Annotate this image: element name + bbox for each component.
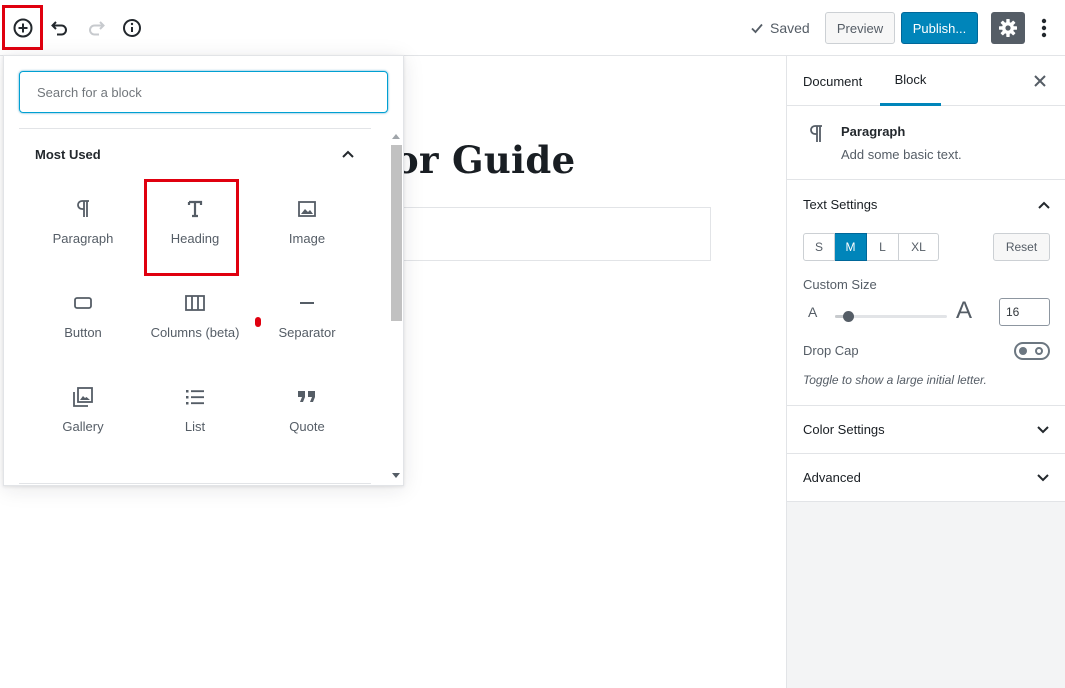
close-sidebar-button[interactable] [1030, 71, 1050, 91]
image-icon [297, 198, 317, 220]
drop-cap-toggle[interactable] [1014, 342, 1050, 360]
slider-thumb[interactable] [842, 311, 854, 322]
scroll-down-arrow-icon[interactable] [392, 473, 400, 479]
block-label: Paragraph [52, 231, 114, 246]
button-icon [73, 292, 93, 314]
drop-cap-label: Drop Cap [803, 343, 859, 358]
block-card: Paragraph Add some basic text. [787, 106, 1065, 180]
color-settings-title: Color Settings [803, 422, 885, 437]
vertical-ellipsis-icon [1041, 18, 1047, 38]
block-label: Columns (beta) [150, 325, 240, 340]
cursor-marker [255, 317, 261, 327]
undo-icon [50, 18, 70, 38]
paragraph-icon [808, 124, 824, 144]
block-item-button[interactable]: Button [27, 273, 139, 367]
close-icon [1034, 75, 1046, 87]
block-item-list[interactable]: List [139, 367, 251, 461]
font-size-picker: S M L XL [803, 233, 939, 261]
most-used-panel-header[interactable]: Most Used [19, 130, 371, 178]
divider [19, 128, 371, 129]
block-inserter-popover: Search for a block Most Used Paragraph H… [3, 55, 404, 486]
redo-icon [86, 18, 106, 38]
block-label: Quote [289, 419, 325, 434]
preview-button[interactable]: Preview [825, 12, 895, 44]
content-structure-button[interactable] [118, 14, 146, 42]
editor-header: Saved Preview Publish... [0, 0, 1065, 56]
block-label: Gallery [62, 419, 104, 434]
plus-circle-icon [12, 17, 34, 39]
undo-button[interactable] [46, 14, 74, 42]
info-icon [122, 18, 142, 38]
font-size-l-button[interactable]: L [867, 233, 899, 261]
paragraph-block[interactable] [394, 207, 711, 261]
block-item-columns[interactable]: Columns (beta) [139, 273, 251, 367]
small-a-label: A [808, 304, 818, 320]
advanced-panel-header[interactable]: Advanced [787, 454, 1065, 502]
custom-size-input[interactable]: 16 [999, 298, 1050, 326]
block-item-gallery[interactable]: Gallery [27, 367, 139, 461]
add-block-button[interactable] [2, 5, 43, 50]
block-label: Image [288, 231, 326, 246]
block-label: Separator [278, 325, 336, 340]
font-size-m-button[interactable]: M [835, 233, 867, 261]
quote-icon [297, 386, 317, 408]
block-label: List [184, 419, 206, 434]
font-size-xl-button[interactable]: XL [899, 233, 939, 261]
tab-document[interactable]: Document [803, 56, 862, 106]
post-title[interactable]: or Guide [394, 138, 575, 182]
settings-sidebar: Document Block Paragraph Add some basic … [786, 56, 1065, 688]
columns-icon [184, 292, 206, 314]
block-item-quote[interactable]: Quote [251, 367, 363, 461]
saved-label: Saved [770, 20, 810, 36]
block-card-title: Paragraph [841, 124, 906, 139]
most-used-title: Most Used [35, 146, 101, 162]
drop-cap-help: Toggle to show a large initial letter. [803, 373, 987, 387]
block-item-paragraph[interactable]: Paragraph [27, 179, 139, 273]
separator-icon [298, 292, 316, 314]
saved-state: Saved [750, 19, 810, 37]
block-item-separator[interactable]: Separator [251, 273, 363, 367]
divider [19, 483, 371, 484]
chevron-down-icon [1036, 471, 1050, 485]
custom-size-label: Custom Size [803, 277, 877, 292]
sidebar-tabs: Document Block [787, 56, 1065, 106]
block-search-input[interactable]: Search for a block [19, 71, 388, 113]
chevron-up-icon[interactable] [1037, 198, 1051, 212]
text-settings-title[interactable]: Text Settings [803, 197, 877, 212]
chevron-up-icon [341, 147, 355, 161]
advanced-title: Advanced [803, 470, 861, 485]
settings-button[interactable] [991, 12, 1025, 44]
toggle-knob [1019, 347, 1027, 355]
heading-highlight-box [144, 179, 239, 276]
block-label: Button [64, 325, 102, 340]
inserter-scrollbar[interactable] [388, 130, 402, 483]
reset-button[interactable]: Reset [993, 233, 1050, 261]
more-menu-button[interactable] [1034, 14, 1054, 42]
big-a-label: A [956, 297, 973, 324]
tab-block[interactable]: Block [880, 56, 941, 106]
toggle-off-indicator [1035, 347, 1043, 355]
paragraph-icon [75, 198, 91, 220]
font-size-slider[interactable] [835, 310, 947, 326]
list-icon [185, 386, 205, 408]
publish-button[interactable]: Publish... [901, 12, 978, 44]
check-icon [750, 21, 764, 35]
gallery-icon [72, 386, 94, 408]
font-size-s-button[interactable]: S [803, 233, 835, 261]
scroll-up-arrow-icon[interactable] [392, 133, 400, 139]
block-card-description: Add some basic text. [841, 147, 962, 162]
scroll-thumb[interactable] [391, 145, 402, 321]
redo-button[interactable] [82, 14, 110, 42]
block-item-image[interactable]: Image [251, 179, 363, 273]
color-settings-panel-header[interactable]: Color Settings [787, 406, 1065, 454]
chevron-down-icon [1036, 423, 1050, 437]
gear-icon [998, 18, 1018, 38]
